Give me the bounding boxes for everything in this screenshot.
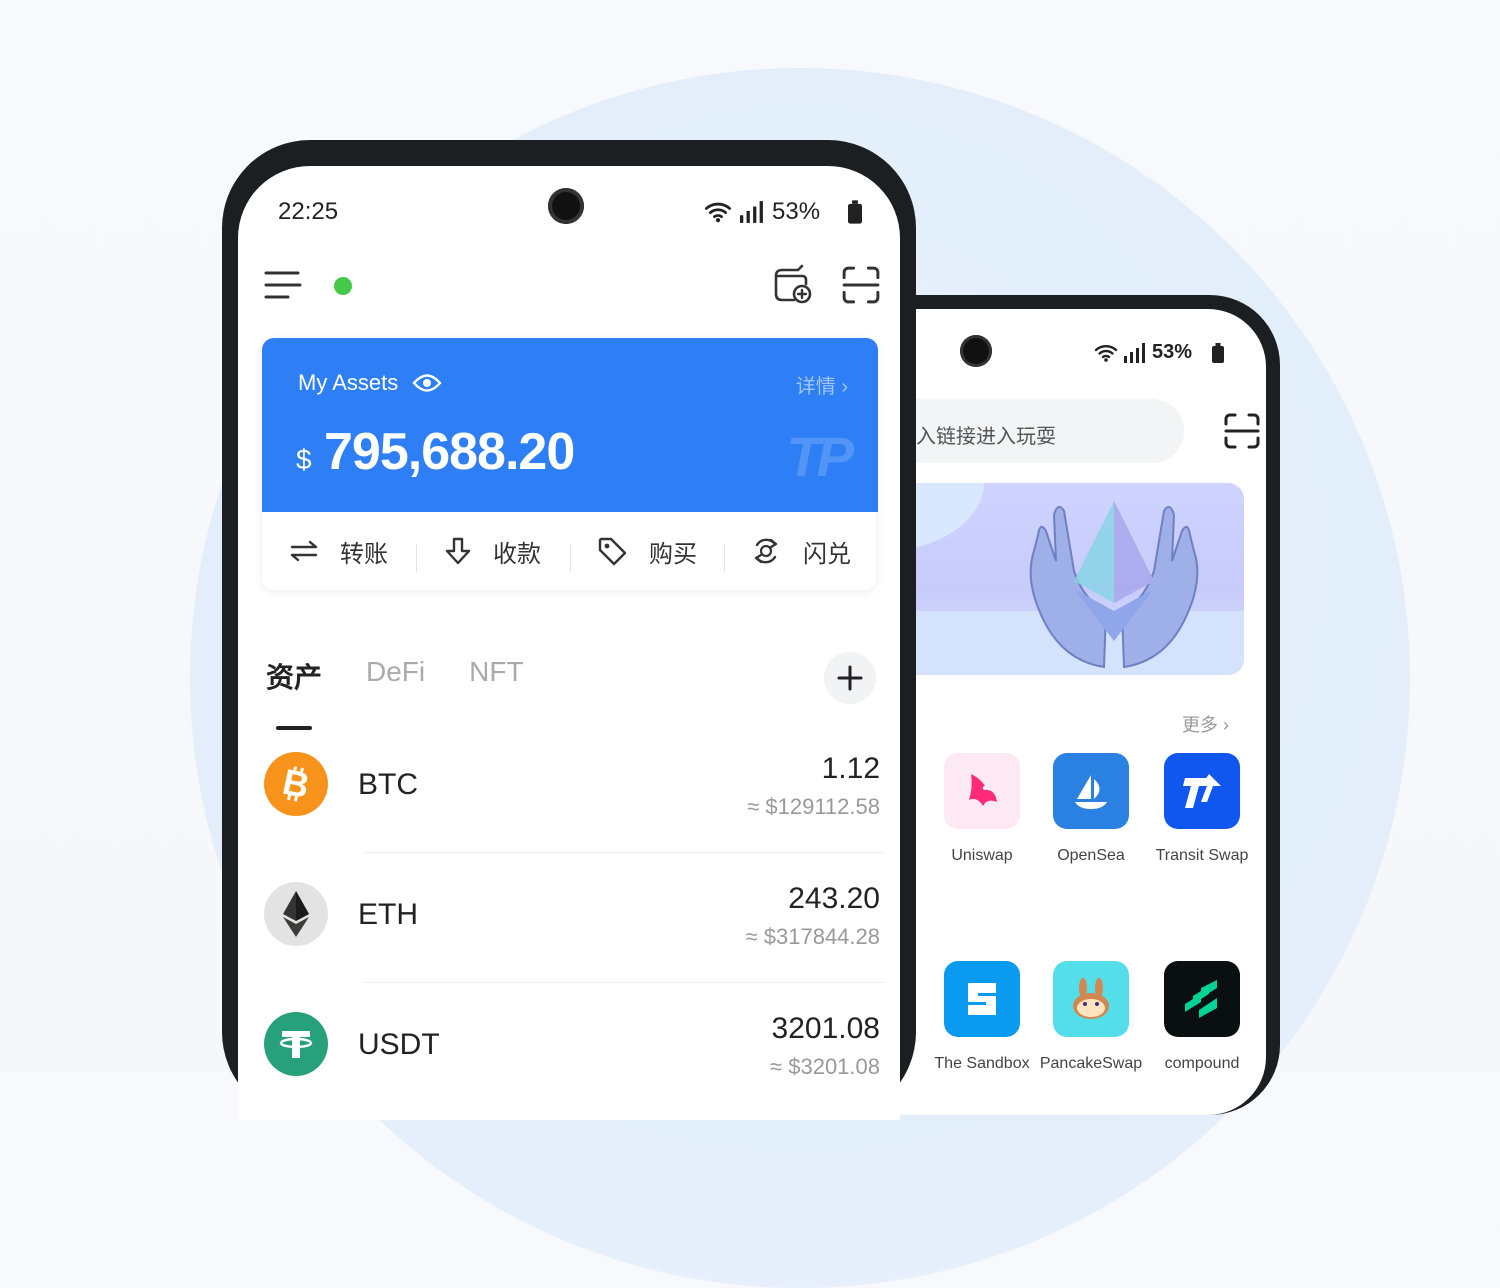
transit-swap-icon bbox=[1164, 753, 1240, 829]
token-row-usdt[interactable]: USDT 3201.08 ≈ $3201.08 bbox=[262, 1012, 880, 1120]
status-time: 22:25 bbox=[278, 198, 339, 225]
app-label: Uniswap bbox=[951, 847, 1013, 864]
assets-title-row: My Assets bbox=[298, 370, 442, 396]
scan-icon[interactable] bbox=[1224, 413, 1260, 449]
swap-button[interactable]: 闪兑 bbox=[724, 534, 878, 572]
signal-icon bbox=[740, 201, 763, 223]
compound-icon bbox=[1164, 961, 1240, 1037]
opensea-icon bbox=[1053, 753, 1129, 829]
uniswap-icon bbox=[944, 753, 1020, 829]
app-label: compound bbox=[1164, 1055, 1240, 1072]
battery-icon bbox=[1212, 342, 1225, 363]
assets-title: My Assets bbox=[298, 370, 399, 395]
assets-card: My Assets 详情 › $ 795,688.20 TP 转账 收款 购买 … bbox=[262, 338, 878, 590]
app-the-sandbox[interactable]: The Sandbox bbox=[927, 961, 1037, 1073]
tag-icon bbox=[598, 537, 627, 566]
ethereum-hands-illustration bbox=[1029, 501, 1199, 669]
transfer-icon bbox=[290, 540, 318, 562]
total-balance: 795,688.20 bbox=[324, 423, 575, 481]
receive-icon bbox=[445, 537, 471, 565]
front-phone: 22:25 53% My Assets 详情 › $ 795,688.20 TP bbox=[222, 140, 916, 1120]
search-placeholder: 入链接进入玩耍 bbox=[916, 426, 1056, 448]
action-label: 闪兑 bbox=[803, 540, 851, 568]
front-camera bbox=[548, 188, 584, 224]
eye-icon[interactable] bbox=[412, 372, 442, 394]
app-label: OpenSea bbox=[1057, 847, 1125, 864]
detail-label: 详情 bbox=[795, 376, 836, 398]
tp-watermark: TP bbox=[786, 425, 854, 488]
plus-icon bbox=[837, 665, 863, 691]
app-pancakeswap[interactable]: PancakeSwap bbox=[1036, 961, 1146, 1073]
divider bbox=[364, 982, 884, 983]
quick-actions: 转账 收款 购买 闪兑 bbox=[262, 512, 878, 590]
more-label: 更多 bbox=[1182, 715, 1218, 735]
battery-percent: 53% bbox=[772, 198, 821, 225]
token-symbol: ETH bbox=[358, 898, 418, 931]
app-label: The Sandbox bbox=[934, 1055, 1030, 1072]
token-row-eth[interactable]: ETH 243.20 ≈ $317844.28 bbox=[262, 882, 880, 1012]
menu-icon[interactable] bbox=[264, 270, 302, 300]
token-amount: 1.12 bbox=[821, 752, 880, 785]
tab-nft[interactable]: NFT bbox=[469, 656, 523, 696]
tab-defi[interactable]: DeFi bbox=[366, 656, 425, 696]
btc-icon: B bbox=[264, 752, 328, 816]
usdt-icon bbox=[264, 1012, 328, 1076]
pancakeswap-icon bbox=[1053, 961, 1129, 1037]
eth-icon bbox=[264, 882, 328, 946]
token-amount: 243.20 bbox=[788, 882, 880, 915]
divider bbox=[364, 852, 884, 853]
app-label: Transit Swap bbox=[1155, 847, 1249, 864]
assets-summary[interactable]: My Assets 详情 › $ 795,688.20 TP bbox=[262, 338, 878, 512]
scan-icon[interactable] bbox=[842, 266, 880, 304]
token-symbol: USDT bbox=[358, 1028, 440, 1061]
token-amount: 3201.08 bbox=[771, 1012, 880, 1045]
front-phone-screen: 22:25 53% My Assets 详情 › $ 795,688.20 TP bbox=[238, 166, 900, 1120]
add-token-button[interactable] bbox=[824, 652, 876, 704]
battery-percent: 53% bbox=[1152, 341, 1193, 363]
buy-button[interactable]: 购买 bbox=[570, 534, 724, 572]
network-status-dot bbox=[334, 277, 352, 295]
currency-symbol: $ bbox=[296, 444, 312, 475]
token-symbol: BTC bbox=[358, 768, 418, 801]
app-transit-swap[interactable]: Transit Swap bbox=[1147, 753, 1257, 865]
tab-assets[interactable]: 资产 bbox=[266, 656, 322, 730]
swap-icon bbox=[754, 538, 778, 564]
status-bar: 53% bbox=[1094, 341, 1225, 364]
sandbox-icon bbox=[944, 961, 1020, 1037]
receive-button[interactable]: 收款 bbox=[416, 534, 570, 572]
token-value: ≈ $3201.08 bbox=[770, 1054, 880, 1079]
token-value: ≈ $129112.58 bbox=[747, 794, 880, 819]
wallet-add-icon[interactable] bbox=[772, 264, 812, 304]
battery-icon bbox=[848, 200, 863, 224]
app-label: PancakeSwap bbox=[1039, 1055, 1143, 1072]
wifi-icon bbox=[704, 202, 732, 223]
asset-tabs: 资产 DeFi NFT bbox=[266, 656, 524, 730]
action-label: 转账 bbox=[340, 540, 388, 568]
app-compound[interactable]: compound bbox=[1147, 961, 1257, 1073]
action-label: 购买 bbox=[649, 540, 697, 568]
app-uniswap[interactable]: Uniswap bbox=[927, 753, 1037, 865]
wifi-icon bbox=[1094, 344, 1118, 362]
more-link[interactable]: 更多 › bbox=[1182, 711, 1229, 737]
front-camera bbox=[960, 335, 992, 367]
status-bar: 53% bbox=[704, 198, 863, 226]
transfer-button[interactable]: 转账 bbox=[262, 534, 416, 569]
token-row-btc[interactable]: B BTC 1.12 ≈ $129112.58 bbox=[262, 752, 880, 882]
token-value: ≈ $317844.28 bbox=[745, 924, 880, 949]
assets-detail-link[interactable]: 详情 › bbox=[796, 370, 848, 399]
signal-icon bbox=[1124, 342, 1145, 363]
action-label: 收款 bbox=[493, 540, 541, 568]
app-opensea[interactable]: OpenSea bbox=[1036, 753, 1146, 865]
